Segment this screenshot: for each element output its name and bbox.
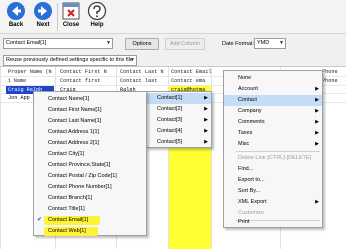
menu-item-contact-address-2[interactable]: Contact Address 2[1] (34, 138, 146, 149)
menu-item-contact-postal-code[interactable]: Contact Postal / Zip Code[1] (34, 171, 146, 182)
menu-item-misc[interactable]: Misc ▶ (224, 139, 322, 150)
date-format-select[interactable]: YMD ▼ (254, 38, 286, 49)
menu-item-contact-phone[interactable]: Contact Phone Number[1] (34, 182, 146, 193)
close-window-icon (62, 2, 80, 20)
checkmark-icon: ✔ (37, 217, 43, 223)
menu-item-xml-export[interactable]: XML Export ▶ (224, 197, 322, 208)
submenu-arrow-icon: ▶ (315, 108, 319, 114)
menu-item-contact-5[interactable]: Contact[5] ▶ (147, 137, 211, 148)
menu-item-contact-last-name[interactable]: Contact Last Name[1] (34, 116, 146, 127)
submenu-arrow-icon: ▶ (315, 86, 319, 92)
menu-item-contact-title[interactable]: Contact Title[1] (34, 204, 146, 215)
date-format-label: Date Format: (222, 41, 255, 47)
submenu-arrow-icon: ▶ (315, 97, 319, 103)
chevron-down-icon: ▼ (130, 57, 135, 63)
menu-item-contact-branch[interactable]: Contact Branch[1] (34, 193, 146, 204)
options-button[interactable]: Options (125, 38, 159, 50)
submenu-arrow-icon: ▶ (315, 199, 319, 205)
help-question-icon (87, 1, 107, 21)
submenu-arrow-icon: ▶ (204, 128, 208, 134)
settings-reuse-value: Reuse previously defined settings specif… (6, 57, 133, 63)
settings-reuse-select[interactable]: Reuse previously defined settings specif… (3, 55, 137, 66)
menu-item-delete-line: Delete Line [CTRL]-[DELETE] (238, 155, 312, 161)
menu-item-contact-address-1[interactable]: Contact Address 1[1] (34, 127, 146, 138)
column-header[interactable]: Contact First N (60, 68, 116, 76)
menu-item-contact-email[interactable]: ✔ Contact Email[1] (34, 215, 146, 226)
column-header[interactable]: Proper Name (N (8, 68, 55, 76)
back-button[interactable]: Back (3, 1, 29, 33)
column-header[interactable]: Contact Last N (120, 68, 168, 76)
chevron-down-icon: ▼ (279, 40, 284, 46)
menu-item-print[interactable]: Print (224, 217, 322, 228)
menu-item-contact-2[interactable]: Contact[2] ▶ (147, 104, 211, 115)
menu-item-company[interactable]: Company ▶ (224, 106, 322, 117)
chevron-down-icon: ▼ (106, 40, 111, 46)
column-subheader: Contact last (120, 78, 158, 84)
submenu-arrow-icon: ▶ (204, 117, 208, 123)
submenu-arrow-icon: ▶ (204, 139, 208, 145)
column-field-select[interactable]: Contact Email[1] ▼ (3, 38, 113, 49)
menu-item-taxes[interactable]: Taxes ▶ (224, 128, 322, 139)
column-subheader: Contact ema (171, 78, 206, 84)
toolbar: Back Next Close Help (0, 0, 346, 34)
menu-item-comments[interactable]: Comments ▶ (224, 117, 322, 128)
menu-item-contact-city[interactable]: Contact City[1] (34, 149, 146, 160)
context-menu: None Account ▶ Contact ▶ Company ▶ Comments… (223, 70, 323, 228)
column-subheader: Contact first (60, 78, 101, 84)
menu-separator (236, 151, 320, 152)
submenu-arrow-icon: ▶ (204, 106, 208, 112)
menu-item-export[interactable]: Export to... (224, 175, 322, 186)
column-subheader: 1 Name (8, 78, 27, 84)
menu-item-contact-province-state[interactable]: Contact Province,State[1] (34, 160, 146, 171)
close-button[interactable]: Close (58, 1, 84, 33)
help-button[interactable]: Help (84, 1, 110, 33)
back-arrow-icon (7, 2, 25, 20)
next-arrow-icon (34, 2, 52, 20)
close-label: Close (62, 22, 80, 28)
submenu-arrow-icon: ▶ (315, 130, 319, 136)
menu-item-contact-4[interactable]: Contact[4] ▶ (147, 126, 211, 137)
menu-item-contact[interactable]: Contact ▶ (224, 95, 322, 106)
help-label: Help (90, 22, 104, 28)
options-row: Contact Email[1] ▼ Options Add Column Da… (0, 35, 346, 52)
menu-item-contact-1[interactable]: Contact[1] ▶ (147, 93, 211, 104)
menu-item-sort-by[interactable]: Sort By... (224, 186, 322, 197)
menu-item-contact-3[interactable]: Contact[3] ▶ (147, 115, 211, 126)
submenu-arrow-icon: ▶ (315, 141, 319, 147)
menu-item-contact-web[interactable]: Contact Web[1] (34, 226, 146, 237)
menu-item-account[interactable]: Account ▶ (224, 84, 322, 95)
submenu-arrow-icon: ▶ (315, 119, 319, 125)
next-label: Next (36, 22, 50, 28)
column-header[interactable]: Contact Email (171, 68, 211, 76)
menu-item-contact-first-name[interactable]: Contact First Name[1] (34, 105, 146, 116)
menu-item-contact-name[interactable]: Contact Name[1] (34, 94, 146, 105)
date-format-value: YMD (257, 40, 270, 46)
contact-submenu: Contact[1] ▶ Contact[2] ▶ Contact[3] ▶ Cont… (146, 91, 212, 148)
column-field-value: Contact Email[1] (6, 40, 47, 46)
menu-item-none[interactable]: None (224, 73, 322, 84)
add-column-button[interactable]: Add Column (165, 38, 205, 50)
column-header[interactable]: Phone (322, 68, 346, 76)
column-subheader: Phone (322, 78, 338, 84)
submenu-arrow-icon: ▶ (204, 95, 208, 101)
back-label: Back (8, 22, 24, 28)
contact-fields-submenu: Contact Name[1] Contact First Name[1] Co… (33, 91, 147, 236)
next-button[interactable]: Next (30, 1, 56, 33)
menu-item-find[interactable]: Find... (224, 164, 322, 175)
